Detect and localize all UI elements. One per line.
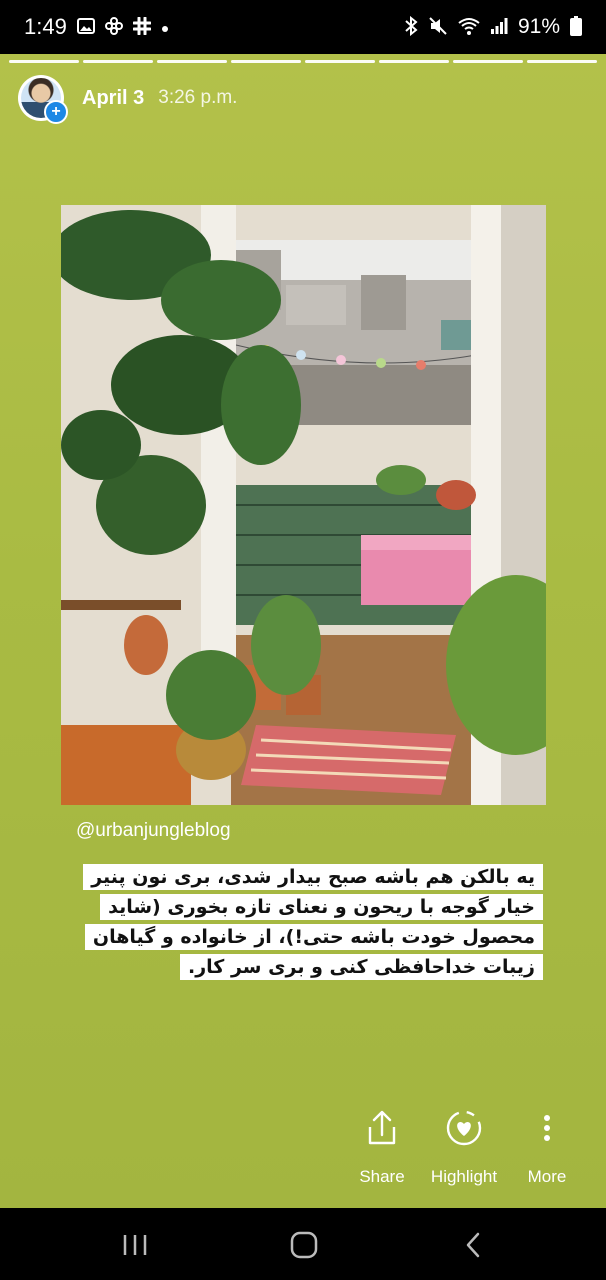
highlight-label: Highlight	[430, 1167, 498, 1186]
instagram-handle: @urbanjungleblog	[76, 820, 231, 841]
avatar[interactable]: +	[18, 75, 68, 124]
story-date: April 3	[82, 86, 145, 109]
signal-icon	[490, 17, 508, 37]
progress-segment	[453, 60, 523, 63]
progress-segment	[83, 60, 153, 63]
progress-segment	[9, 60, 79, 63]
image-icon	[76, 17, 95, 37]
story-photo	[61, 205, 546, 805]
navigation-bar	[0, 1208, 606, 1280]
battery-icon	[570, 15, 582, 39]
highlight-heart-icon	[419, 1105, 509, 1151]
progress-segment	[157, 60, 227, 63]
caption-text: یه بالکن هم باشه صبح بیدار شدی، بری نون …	[83, 864, 543, 980]
more-button[interactable]: More	[502, 1105, 592, 1187]
progress-segment	[231, 60, 301, 63]
recent-apps-icon[interactable]	[115, 1230, 155, 1260]
story-progress	[9, 60, 597, 63]
battery-percent: 91%	[517, 15, 560, 38]
share-label: Share	[359, 1167, 405, 1186]
bluetooth-icon	[404, 15, 418, 39]
home-icon[interactable]	[284, 1230, 324, 1260]
story-time: 3:26 p.m.	[158, 87, 238, 108]
wifi-icon	[458, 17, 480, 38]
slack-icon	[132, 16, 152, 38]
story-actions: Share Highlight More	[0, 1105, 606, 1195]
back-icon[interactable]	[453, 1230, 493, 1260]
progress-segment	[379, 60, 449, 63]
progress-segment	[305, 60, 375, 63]
balcony-photo-illustration	[61, 205, 546, 805]
pinwheel-icon	[104, 16, 123, 38]
story-caption: یه بالکن هم باشه صبح بیدار شدی، بری نون …	[64, 862, 543, 982]
highlight-button[interactable]: Highlight	[419, 1105, 509, 1187]
status-bar: 1:49 91%	[0, 0, 606, 54]
status-time: 1:49	[24, 14, 67, 39]
add-story-icon[interactable]: +	[44, 100, 68, 124]
mute-icon	[428, 16, 448, 39]
dot-icon	[161, 18, 169, 36]
more-vertical-icon	[502, 1105, 592, 1151]
story-header: + April 3 3:26 p.m.	[18, 72, 237, 124]
share-icon	[337, 1105, 427, 1151]
share-button[interactable]: Share	[337, 1105, 427, 1187]
more-label: More	[527, 1167, 567, 1186]
progress-segment	[527, 60, 597, 63]
